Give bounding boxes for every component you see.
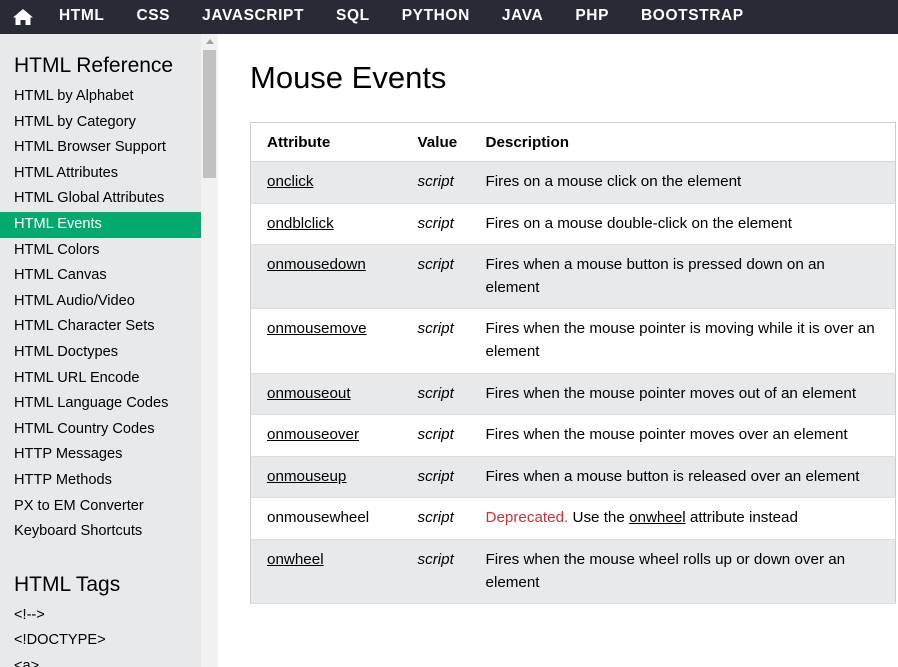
attribute-cell: onmousewheel [250,497,402,540]
value-cell: script [401,308,478,374]
sidebar-item-html-events[interactable]: HTML Events [0,211,201,238]
value-cell: script [401,203,478,246]
sidebar-item-html-browser-support[interactable]: HTML Browser Support [0,135,201,161]
nav-link-sql[interactable]: SQL [320,0,386,34]
value-cell: script [401,373,478,416]
attribute-link-onmousemove[interactable]: onmousemove [267,320,367,337]
attribute-link-onmouseover[interactable]: onmouseover [267,426,359,443]
attribute-cell: onmouseup [250,456,402,499]
events-table: Attribute Value Description onclick scrip… [250,122,896,605]
attribute-link-onmousewheel: onmousewheel [267,509,370,527]
sidebar-item-html-by-alphabet[interactable]: HTML by Alphabet [0,84,201,110]
description-cell: Fires when the mouse pointer moves out o… [477,373,896,416]
attribute-link-ondblclick[interactable]: ondblclick [267,215,334,232]
description-text: attribute instead [689,509,798,527]
sidebar-item-html-audio-video[interactable]: HTML Audio/Video [0,289,201,315]
sidebar-item-html-url-encode[interactable]: HTML URL Encode [0,366,201,392]
deprecated-label: Deprecated. [485,509,569,527]
page-title: Mouse Events [250,60,447,95]
sidebar-item-html-attributes[interactable]: HTML Attributes [0,161,201,187]
nav-link-bootstrap[interactable]: BOOTSTRAP [625,0,760,34]
description-cell: Fires on a mouse click on the element [477,161,896,204]
sidebar-tag-item[interactable]: <!DOCTYPE> [0,628,201,654]
nav-link-javascript[interactable]: JAVASCRIPT [186,0,320,34]
home-button[interactable] [3,0,43,34]
description-cell: Fires when the mouse pointer moves over … [477,414,896,457]
sidebar-item-html-by-category[interactable]: HTML by Category [0,110,201,136]
table-row: onmousemove script Fires when the mouse po… [250,308,896,374]
table-row: ondblclick script Fires on a mouse double-… [250,203,896,246]
sidebar-item-html-colors[interactable]: HTML Colors [0,238,201,264]
column-header-attribute: Attribute [250,122,402,162]
onwheel-link[interactable]: onwheel [629,509,686,526]
attribute-cell: onmouseover [250,414,402,457]
description-cell: Fires when the mouse wheel rolls up or d… [477,539,896,605]
sidebar: HTML Reference HTML by Alphabet HTML by C… [0,34,201,667]
sidebar-item-px-to-em-converter[interactable]: PX to EM Converter [0,494,201,520]
sidebar-item-http-methods[interactable]: HTTP Methods [0,468,201,494]
table-row: onmousedown script Fires when a mouse butt… [250,244,896,310]
scrollbar-thumb[interactable] [203,50,216,178]
attribute-link-onmouseout[interactable]: onmouseout [267,385,351,402]
sidebar-item-html-canvas[interactable]: HTML Canvas [0,263,201,289]
sidebar-item-html-global-attributes[interactable]: HTML Global Attributes [0,186,201,212]
description-cell: Fires when a mouse button is pressed dow… [477,244,896,310]
home-icon [13,9,33,25]
table-row: onmouseup script Fires when a mouse button… [250,456,896,499]
nav-link-python[interactable]: PYTHON [386,0,486,34]
value-cell: script [401,497,478,540]
column-header-description: Description [477,122,896,162]
value-cell: script [401,244,478,310]
nav-link-php[interactable]: PHP [559,0,625,34]
table-row: onclick script Fires on a mouse click on t… [250,161,896,204]
description-cell: Fires on a mouse double-click on the ele… [477,203,896,246]
sidebar-tag-item[interactable]: <!--> [0,603,201,629]
value-cell: script [401,539,478,605]
nav-link-css[interactable]: CSS [120,0,186,34]
table-row: onmouseover script Fires when the mouse po… [250,414,896,457]
sidebar-item-http-messages[interactable]: HTTP Messages [0,442,201,468]
attribute-cell: onmouseout [250,373,402,416]
sidebar-heading-reference: HTML Reference [14,54,174,77]
sidebar-item-html-doctypes[interactable]: HTML Doctypes [0,340,201,366]
value-cell: script [401,456,478,499]
attribute-cell: onwheel [250,539,402,605]
sidebar-item-keyboard-shortcuts[interactable]: Keyboard Shortcuts [0,519,201,545]
attribute-link-onclick[interactable]: onclick [267,173,313,190]
attribute-cell: onmousedown [250,244,402,310]
scroll-up-arrow-icon[interactable] [206,39,214,44]
sidebar-scrollbar[interactable] [201,34,218,667]
value-cell: script [401,161,478,204]
description-cell: Fires when the mouse pointer is moving w… [477,308,896,374]
column-header-value: Value [401,122,478,162]
table-row: onmousewheel script Deprecated. Use the on… [250,497,896,540]
main-content: Mouse Events Attribute Value Description… [218,34,898,667]
attribute-link-onmousedown[interactable]: onmousedown [267,256,366,273]
sidebar-tag-item[interactable]: <a> [0,654,201,667]
description-cell: Fires when a mouse button is released ov… [477,456,896,499]
nav-link-html[interactable]: HTML [43,0,120,34]
attribute-link-onmouseup[interactable]: onmouseup [267,468,346,485]
nav-link-java[interactable]: JAVA [486,0,559,34]
sidebar-heading-tags: HTML Tags [14,572,121,596]
sidebar-item-html-character-sets[interactable]: HTML Character Sets [0,314,201,340]
table-row: onwheel script Fires when the mouse wheel … [250,539,896,605]
top-nav: HTML CSS JAVASCRIPT SQL PYTHON JAVA PHP … [0,0,898,34]
attribute-link-onwheel[interactable]: onwheel [267,551,324,568]
attribute-cell: onmousemove [250,308,402,374]
attribute-cell: onclick [250,161,402,204]
sidebar-item-html-country-codes[interactable]: HTML Country Codes [0,417,201,443]
sidebar-item-html-language-codes[interactable]: HTML Language Codes [0,391,201,417]
description-text: Use the [572,509,625,527]
attribute-cell: ondblclick [250,203,402,246]
table-header-row: Attribute Value Description [250,122,896,162]
table-row: onmouseout script Fires when the mouse poi… [250,373,896,416]
description-cell: Deprecated. Use the onwheel attribute in… [477,497,896,540]
value-cell: script [401,414,478,457]
